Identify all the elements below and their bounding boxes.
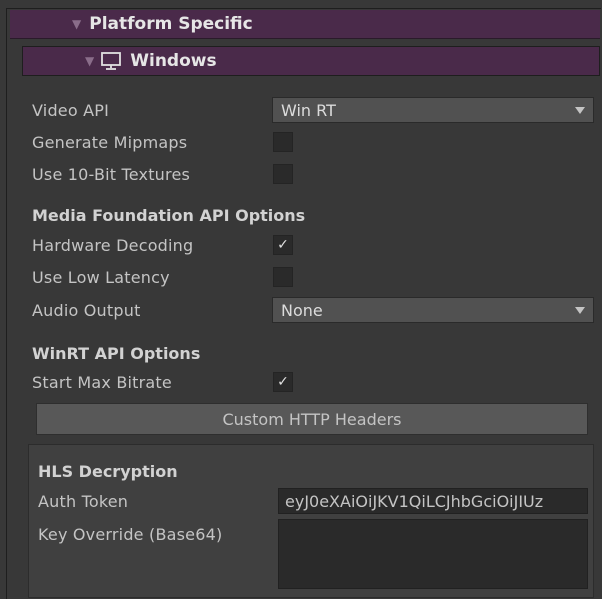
windows-foldout[interactable]: ▼ Windows <box>22 46 600 76</box>
checkmark-icon: ✓ <box>277 237 289 253</box>
audio-output-value: None <box>281 300 323 320</box>
video-api-row: Video API <box>32 96 109 124</box>
winrt-section: WinRT API Options <box>32 339 200 367</box>
auth-token-field[interactable]: eyJ0eXAiOiJKV1QiLCJhbGciOiJIUz <box>278 488 588 514</box>
platform-specific-foldout[interactable]: ▼ Platform Specific <box>10 10 600 39</box>
use-10bit-label: Use 10-Bit Textures <box>32 164 191 184</box>
video-api-label: Video API <box>32 100 110 120</box>
audio-output-row: Audio Output <box>32 296 141 324</box>
checkmark-icon: ✓ <box>277 374 289 390</box>
custom-http-headers-button[interactable]: Custom HTTP Headers <box>36 403 588 435</box>
generate-mipmaps-label: Generate Mipmaps <box>32 132 188 152</box>
use-10bit-checkbox[interactable] <box>273 164 293 184</box>
hls-decryption-section: HLS Decryption <box>38 457 178 485</box>
auth-token-value: eyJ0eXAiOiJKV1QiLCJhbGciOiJIUz <box>285 491 544 511</box>
custom-http-headers-label: Custom HTTP Headers <box>222 409 402 429</box>
start-max-bitrate-label: Start Max Bitrate <box>32 372 172 392</box>
video-api-value: Win RT <box>281 100 336 120</box>
low-latency-label: Use Low Latency <box>32 267 170 287</box>
audio-output-label: Audio Output <box>32 300 141 320</box>
winrt-title: WinRT API Options <box>32 343 201 363</box>
chevron-down-icon <box>575 307 585 314</box>
hardware-decoding-label: Hardware Decoding <box>32 235 194 255</box>
audio-output-dropdown[interactable]: None <box>272 297 594 323</box>
use-10bit-row: Use 10-Bit Textures <box>32 160 190 188</box>
start-max-bitrate-row: Start Max Bitrate <box>32 368 172 396</box>
chevron-down-icon <box>575 107 585 114</box>
windows-title: Windows <box>130 51 217 71</box>
key-override-field[interactable] <box>278 519 588 589</box>
key-override-row: Key Override (Base64) <box>38 520 222 548</box>
hardware-decoding-row: Hardware Decoding <box>32 231 193 259</box>
start-max-bitrate-checkbox[interactable]: ✓ <box>273 372 293 392</box>
low-latency-row: Use Low Latency <box>32 263 170 291</box>
video-api-dropdown[interactable]: Win RT <box>272 97 594 123</box>
platform-specific-title: Platform Specific <box>89 14 253 34</box>
generate-mipmaps-row: Generate Mipmaps <box>32 128 187 156</box>
foldout-arrow-icon[interactable]: ▼ <box>85 54 94 68</box>
hls-decryption-title: HLS Decryption <box>38 461 178 481</box>
foldout-arrow-icon[interactable]: ▼ <box>72 17 81 31</box>
media-foundation-title: Media Foundation API Options <box>32 205 306 225</box>
generate-mipmaps-checkbox[interactable] <box>273 132 293 152</box>
auth-token-label: Auth Token <box>38 491 129 511</box>
hardware-decoding-checkbox[interactable]: ✓ <box>273 235 293 255</box>
monitor-icon <box>101 52 122 70</box>
auth-token-row: Auth Token <box>38 487 128 515</box>
key-override-label: Key Override (Base64) <box>38 524 223 544</box>
low-latency-checkbox[interactable] <box>273 267 293 287</box>
media-foundation-section: Media Foundation API Options <box>32 201 305 229</box>
